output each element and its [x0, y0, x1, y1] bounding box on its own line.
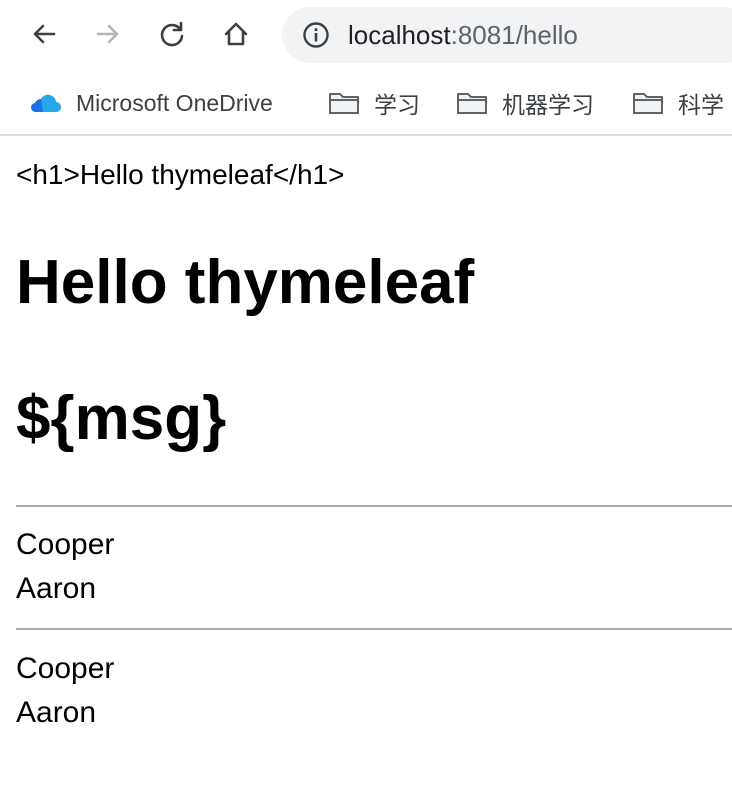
address-bar[interactable]: localhost:8081/hello: [282, 7, 732, 63]
bookmarks-bar: Microsoft OneDrive 学习 机器学习 科学: [0, 70, 732, 136]
cloud-icon: [28, 91, 62, 115]
horizontal-rule: [16, 505, 732, 507]
horizontal-rule: [16, 628, 732, 630]
bookmark-folder-study[interactable]: 学习: [328, 88, 420, 118]
bookmark-label: 机器学习: [502, 92, 594, 118]
bookmark-folder-science[interactable]: 科学: [632, 88, 724, 118]
page-heading: Hello thymeleaf: [16, 248, 475, 317]
bookmark-onedrive[interactable]: Microsoft OneDrive: [28, 88, 273, 118]
info-icon[interactable]: [302, 21, 330, 49]
home-icon: [224, 22, 248, 46]
folder-icon: [632, 91, 664, 115]
folder-icon: [328, 91, 360, 115]
url-text[interactable]: localhost:8081/hello: [348, 20, 578, 50]
bookmark-label: Microsoft OneDrive: [76, 89, 273, 116]
bookmark-label: 学习: [374, 92, 420, 118]
reload-icon: [160, 21, 184, 47]
arrow-left-icon: [33, 24, 56, 44]
home-button[interactable]: [216, 14, 256, 54]
bookmark-label: 科学: [678, 92, 724, 118]
url-path: :8081/hello: [450, 20, 578, 50]
bookmark-folder-ml[interactable]: 机器学习: [456, 88, 594, 118]
page-content: <h1>Hello thymeleaf</h1> Hello thymeleaf…: [0, 136, 732, 786]
url-host: localhost: [348, 20, 451, 50]
folder-icon: [456, 91, 488, 115]
list-item: Aaron: [16, 572, 97, 605]
escaped-html-text: <h1>Hello thymeleaf</h1>: [16, 159, 345, 190]
list-item: Cooper: [16, 528, 115, 561]
unprocessed-expression-heading: ${msg}: [16, 384, 227, 453]
arrow-right-icon: [96, 24, 119, 44]
browser-toolbar: localhost:8081/hello: [0, 0, 732, 70]
forward-button[interactable]: [88, 14, 128, 54]
list-item: Cooper: [16, 652, 115, 685]
list-item: Aaron: [16, 696, 97, 729]
back-button[interactable]: [24, 14, 64, 54]
reload-button[interactable]: [152, 14, 192, 54]
